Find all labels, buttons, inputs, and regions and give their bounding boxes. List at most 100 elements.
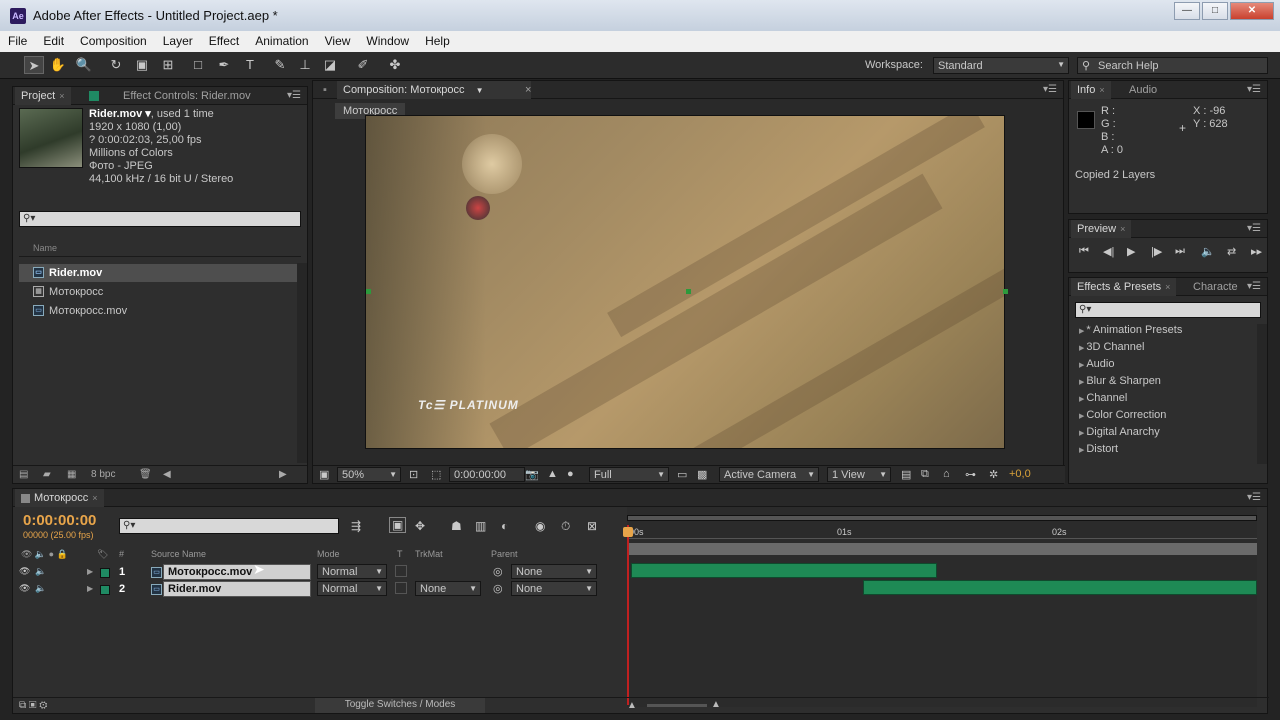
roto-brush-tool-icon[interactable]: ✐ bbox=[353, 56, 373, 74]
layer-bar[interactable] bbox=[863, 580, 1257, 595]
shy-layers-icon[interactable]: ☗ bbox=[451, 519, 462, 533]
layer-bar[interactable] bbox=[631, 563, 937, 578]
snapshot-icon[interactable]: 📷 bbox=[525, 468, 539, 484]
tab-audio[interactable]: Audio bbox=[1123, 81, 1163, 99]
pick-whip-icon[interactable]: ◎ bbox=[493, 582, 503, 595]
transparency-grid-icon[interactable]: ▩ bbox=[697, 468, 707, 484]
close-tab-icon[interactable]: × bbox=[1099, 85, 1104, 95]
name-column-header[interactable]: Name bbox=[19, 243, 301, 257]
panel-menu-icon[interactable]: ▾☰ bbox=[287, 90, 301, 101]
effects-search-input[interactable]: ⚲▾ bbox=[1075, 302, 1261, 318]
preserve-transparency-checkbox[interactable] bbox=[395, 565, 407, 577]
tab-timeline-comp[interactable]: Мотокросс × bbox=[15, 489, 104, 507]
close-tab-icon[interactable]: × bbox=[59, 91, 64, 101]
menu-window[interactable]: Window bbox=[358, 31, 417, 52]
loop-icon[interactable]: ⇄ bbox=[1227, 245, 1236, 258]
toggle-pixel-aspect-icon[interactable]: ▤ bbox=[901, 468, 911, 484]
search-help-input[interactable]: ⚲ Search Help bbox=[1077, 57, 1268, 74]
timeline-timecode[interactable]: 0:00:00:00 bbox=[23, 512, 96, 529]
effects-category[interactable]: * Animation Presets bbox=[1079, 324, 1182, 336]
expand-arrow-icon[interactable]: ▶ bbox=[87, 567, 93, 576]
current-time-indicator[interactable] bbox=[627, 525, 629, 705]
selection-tool-icon[interactable]: ➤ bbox=[24, 56, 44, 74]
region-of-interest-icon[interactable]: ▭ bbox=[677, 468, 687, 484]
panel-menu-icon[interactable]: ▾☰ bbox=[1247, 84, 1261, 95]
tab-preview[interactable]: Preview × bbox=[1071, 220, 1132, 238]
layer-handle[interactable] bbox=[366, 289, 371, 294]
layer-name[interactable]: Rider.mov bbox=[163, 581, 311, 597]
close-tab-icon[interactable]: × bbox=[92, 493, 97, 503]
last-frame-icon[interactable]: ⏭ bbox=[1175, 245, 1185, 258]
close-tab-icon[interactable]: × bbox=[519, 81, 537, 99]
effects-category[interactable]: Channel bbox=[1079, 392, 1127, 404]
tab-effects-presets[interactable]: Effects & Presets × bbox=[1071, 278, 1177, 296]
scroll-right-icon[interactable]: ▶ bbox=[279, 469, 287, 480]
brainstorm-icon[interactable]: ⏱ bbox=[561, 519, 570, 534]
rotation-tool-icon[interactable]: ↻ bbox=[106, 56, 126, 74]
resolution-dropdown[interactable]: Full bbox=[589, 467, 669, 482]
exposure-icon[interactable]: ✲ bbox=[989, 468, 998, 484]
play-icon[interactable]: ▶ bbox=[1127, 245, 1135, 258]
preserve-transparency-checkbox[interactable] bbox=[395, 582, 407, 594]
hand-tool-icon[interactable]: ✋ bbox=[48, 56, 68, 74]
ram-preview-icon[interactable]: ▸▸ bbox=[1251, 245, 1262, 258]
speaker-icon[interactable]: 🔈 bbox=[35, 566, 46, 577]
live-update-icon[interactable]: ▣ bbox=[389, 517, 407, 533]
eraser-tool-icon[interactable]: ◪ bbox=[320, 56, 340, 74]
motion-blur-icon[interactable]: ◐ bbox=[501, 519, 508, 533]
parent-dropdown[interactable]: None bbox=[511, 581, 597, 596]
lock-icon[interactable]: ▪ bbox=[317, 81, 333, 99]
list-item[interactable]: ▦ Мотокросс bbox=[19, 283, 303, 301]
layer-label-color[interactable] bbox=[100, 568, 110, 578]
list-item[interactable]: ▭ Мотокросс.mov bbox=[19, 302, 303, 320]
new-composition-icon[interactable]: ▦ bbox=[67, 469, 76, 480]
chevron-down-icon[interactable]: ▼ bbox=[476, 86, 484, 95]
time-navigator[interactable] bbox=[627, 515, 1257, 521]
frame-blending-icon[interactable]: ▥ bbox=[475, 519, 486, 533]
safe-zones-icon[interactable]: ⊡ bbox=[409, 468, 418, 484]
panel-menu-icon[interactable]: ▾☰ bbox=[1247, 223, 1261, 234]
eye-icon[interactable]: 👁 bbox=[19, 583, 30, 594]
comp-mini-flowchart-icon[interactable]: ⇶ bbox=[351, 519, 361, 533]
effects-category[interactable]: 3D Channel bbox=[1079, 341, 1144, 353]
close-tab-icon[interactable]: × bbox=[1120, 224, 1125, 234]
speaker-icon[interactable]: 🔈 bbox=[35, 583, 46, 594]
project-scrollbar[interactable] bbox=[297, 263, 307, 463]
camera-tool-icon[interactable]: ▣ bbox=[132, 56, 152, 74]
blend-mode-dropdown[interactable]: Normal bbox=[317, 564, 387, 579]
color-depth-label[interactable]: 8 bpc bbox=[91, 469, 115, 480]
layer-handle[interactable] bbox=[1003, 289, 1008, 294]
tab-project[interactable]: Project × bbox=[15, 87, 71, 105]
table-row[interactable]: 👁 🔈 ▶ 1 ▭ Мотокросс.mov Normal ◎ None bbox=[13, 564, 619, 581]
panel-menu-icon[interactable]: ▾☰ bbox=[1247, 492, 1261, 503]
clone-stamp-tool-icon[interactable]: ⊥ bbox=[295, 56, 315, 74]
scroll-left-icon[interactable]: ◀ bbox=[163, 469, 171, 480]
pick-whip-icon[interactable]: ◎ bbox=[493, 565, 503, 578]
playhead-handle[interactable] bbox=[623, 527, 633, 537]
previous-frame-icon[interactable]: ◀| bbox=[1103, 245, 1114, 258]
zoom-out-icon[interactable]: ▲ bbox=[627, 700, 637, 711]
layer-name[interactable]: Мотокросс.mov bbox=[163, 564, 311, 580]
flowchart-icon[interactable]: ⊶ bbox=[965, 468, 976, 484]
close-tab-icon[interactable]: × bbox=[1165, 282, 1170, 292]
layer-switches-icon[interactable]: ⧉ ▣ ⚙ bbox=[19, 700, 47, 711]
first-frame-icon[interactable]: ⏮ bbox=[1079, 245, 1089, 258]
show-snapshot-icon[interactable]: ▲ bbox=[547, 468, 558, 484]
effects-category[interactable]: Digital Anarchy bbox=[1079, 426, 1159, 438]
time-ruler[interactable]: 00s 01s 02s bbox=[627, 525, 1257, 539]
workspace-dropdown[interactable]: Standard bbox=[933, 57, 1069, 74]
layer-handle[interactable] bbox=[686, 289, 691, 294]
new-folder-icon[interactable]: ▰ bbox=[43, 469, 51, 480]
effects-category[interactable]: Color Correction bbox=[1079, 409, 1166, 421]
list-item[interactable]: ▭ Rider.mov bbox=[19, 264, 303, 282]
view-layout-dropdown[interactable]: 1 View bbox=[827, 467, 891, 482]
puppet-pin-tool-icon[interactable]: ✤ bbox=[385, 56, 405, 74]
close-button[interactable]: ✕ bbox=[1230, 2, 1274, 20]
menu-edit[interactable]: Edit bbox=[35, 31, 72, 52]
effects-scrollbar[interactable] bbox=[1257, 324, 1267, 464]
timeline-icon[interactable]: ⌂ bbox=[943, 468, 950, 484]
menu-file[interactable]: File bbox=[0, 31, 35, 52]
work-area-bar[interactable] bbox=[627, 543, 1257, 555]
exposure-value[interactable]: +0,0 bbox=[1009, 468, 1031, 484]
effects-category[interactable]: Audio bbox=[1079, 358, 1114, 370]
